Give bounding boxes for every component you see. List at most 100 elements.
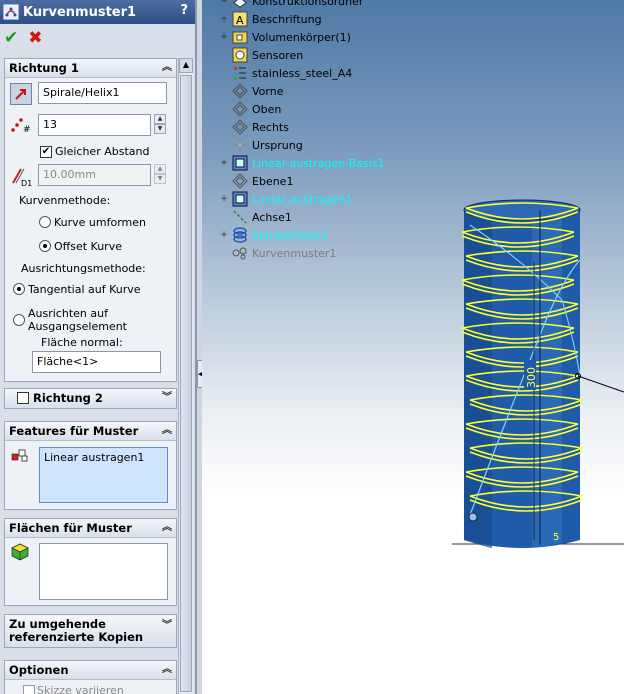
curve-pattern-icon xyxy=(3,4,19,20)
plane-icon xyxy=(232,83,248,99)
cancel-button[interactable]: ✖ xyxy=(28,28,42,48)
flaechen-group: Flächen für Muster ︽ xyxy=(4,518,177,606)
tree-item-label: Ursprung xyxy=(252,138,303,152)
expand-icon[interactable]: + xyxy=(218,32,230,42)
tree-item[interactable]: + Linear austragen1 xyxy=(218,190,352,208)
radio-kurve-umformen[interactable] xyxy=(39,216,51,228)
tree-item-label: Ebene1 xyxy=(252,174,294,188)
tree-item-label: Sensoren xyxy=(252,48,304,62)
face-normal-label: Fläche normal: xyxy=(41,336,123,349)
start-point-icon xyxy=(468,512,478,522)
path-select-icon[interactable] xyxy=(10,83,32,105)
feature-select-icon xyxy=(11,449,28,462)
plane-icon xyxy=(232,173,248,189)
features-group: Features für Muster ︽ Linear austragen1 xyxy=(4,421,177,510)
distance-field[interactable]: 10.00mm xyxy=(38,164,151,186)
richtung1-header[interactable]: Richtung 1 ︽ xyxy=(5,59,176,78)
collapse-icon[interactable]: ︽ xyxy=(162,422,172,440)
tree-item-label: Achse1 xyxy=(252,210,292,224)
tree-item[interactable]: Rechts xyxy=(218,118,289,136)
richtung2-group: Richtung 2 ︾ xyxy=(4,388,177,409)
tree-item[interactable]: + A Beschriftung xyxy=(218,10,322,28)
tree-item[interactable]: Ebene1 xyxy=(218,172,293,190)
instances-field[interactable]: 13 xyxy=(38,114,151,136)
collapse-icon[interactable]: ︽ xyxy=(162,661,172,679)
ok-button[interactable]: ✔ xyxy=(4,28,18,48)
property-manager: Kurvenmuster1 ? ✔ ✖ Richtung 1 ︽ Spirale… xyxy=(0,0,196,694)
kopien-header[interactable]: Zu umgehende referenzierte Kopien ︾ xyxy=(5,615,176,647)
property-manager-title: Kurvenmuster1 xyxy=(23,4,137,20)
tree-item-label: Vorne xyxy=(252,84,284,98)
align-method-label: Ausrichtungsmethode: xyxy=(21,262,146,275)
optionen-header[interactable]: Optionen ︽ xyxy=(5,661,176,680)
helix-icon xyxy=(232,227,248,243)
richtung1-title: Richtung 1 xyxy=(9,61,79,75)
scroll-thumb[interactable] xyxy=(180,75,192,692)
tree-item[interactable]: + Volumenkörper(1) xyxy=(218,28,351,46)
radio-offset-kurve-label: Offset Kurve xyxy=(54,240,122,253)
expand-icon[interactable]: + xyxy=(218,194,230,204)
scroll-up-icon[interactable]: ▲ xyxy=(179,58,193,73)
expand-icon[interactable]: + xyxy=(218,14,230,24)
features-header[interactable]: Features für Muster ︽ xyxy=(5,422,176,441)
faces-list[interactable] xyxy=(39,543,168,600)
plane-icon xyxy=(232,101,248,117)
tree-item-label: stainless_steel_A4 xyxy=(252,66,353,80)
instances-spinner[interactable]: ▲ ▼ xyxy=(154,114,166,136)
richtung2-title: Richtung 2 xyxy=(33,391,103,405)
dimension-300-label: 300 xyxy=(525,367,538,388)
radio-offset-kurve[interactable] xyxy=(39,240,51,252)
folder-icon xyxy=(232,0,248,9)
flaechen-title: Flächen für Muster xyxy=(9,521,132,535)
extrude-base-icon xyxy=(232,155,248,171)
radio-tangential-label: Tangential auf Kurve xyxy=(28,283,141,296)
radio-ausrichten-label-1: Ausrichten auf xyxy=(28,307,108,320)
tree-item[interactable]: Ursprung xyxy=(218,136,303,154)
curve-method-label: Kurvenmethode: xyxy=(19,194,111,207)
tree-item[interactable]: + Spirale/Helix1 xyxy=(218,226,328,244)
radio-ausrichten[interactable] xyxy=(13,314,25,326)
face-normal-field[interactable]: Fläche<1> xyxy=(32,351,161,373)
distance-spinner[interactable]: ▲ ▼ xyxy=(154,164,166,186)
skizze-label: Skizze variieren xyxy=(37,684,124,694)
radio-ausrichten-label-2: Ausgangselement xyxy=(28,320,127,333)
path-field[interactable]: Spirale/Helix1 xyxy=(38,82,167,104)
collapse-icon[interactable]: ︽ xyxy=(162,59,172,77)
expand-icon[interactable]: + xyxy=(218,230,230,240)
features-list[interactable]: Linear austragen1 xyxy=(39,447,168,503)
tree-item-label: Linear austragen1 xyxy=(252,192,353,206)
origin-icon xyxy=(232,137,248,153)
kopien-title-2: referenzierte Kopien xyxy=(9,630,144,644)
flaechen-header[interactable]: Flächen für Muster ︽ xyxy=(5,519,176,538)
property-manager-scrollbar[interactable]: ▲ xyxy=(178,58,193,694)
richtung2-header[interactable]: Richtung 2 ︾ xyxy=(5,389,176,408)
tree-item-label: Beschriftung xyxy=(252,12,322,26)
collapse-icon[interactable]: ︽ xyxy=(162,519,172,537)
radio-tangential[interactable] xyxy=(13,283,25,295)
tree-item-label: Linear-austragen-Basis1 xyxy=(252,156,385,170)
help-icon[interactable]: ? xyxy=(180,3,188,18)
skizze-checkbox[interactable] xyxy=(23,685,35,694)
tree-item[interactable]: + Linear-austragen-Basis1 xyxy=(218,154,385,172)
tree-item[interactable]: Achse1 xyxy=(218,208,292,226)
richtung1-group: Richtung 1 ︽ Spirale/Helix1 # 13 ▲ ▼ ✔ Gl… xyxy=(4,58,177,382)
tree-item-label: Spirale/Helix1 xyxy=(252,228,329,242)
tree-item[interactable]: + Konstruktionsordner xyxy=(218,0,363,10)
richtung2-checkbox[interactable] xyxy=(17,392,29,404)
tree-item[interactable]: Kurvenmuster1 xyxy=(218,244,336,262)
features-list-item[interactable]: Linear austragen1 xyxy=(44,450,167,466)
tree-item[interactable]: Vorne xyxy=(218,82,283,100)
expand-icon[interactable]: + xyxy=(218,0,230,6)
expand-icon[interactable]: ︾ xyxy=(162,389,172,407)
sensor-icon xyxy=(232,47,248,63)
material-icon xyxy=(232,65,248,81)
tree-item[interactable]: Sensoren xyxy=(218,46,303,64)
expand-icon[interactable]: ︾ xyxy=(162,619,172,632)
tree-item[interactable]: stainless_steel_A4 xyxy=(218,64,352,82)
expand-icon[interactable]: + xyxy=(218,158,230,168)
tree-item[interactable]: Oben xyxy=(218,100,281,118)
extrude-icon xyxy=(232,191,248,207)
leader-line xyxy=(577,375,624,393)
dimension-5-label: 5 xyxy=(553,532,559,543)
equal-spacing-checkbox[interactable]: ✔ xyxy=(40,146,52,158)
